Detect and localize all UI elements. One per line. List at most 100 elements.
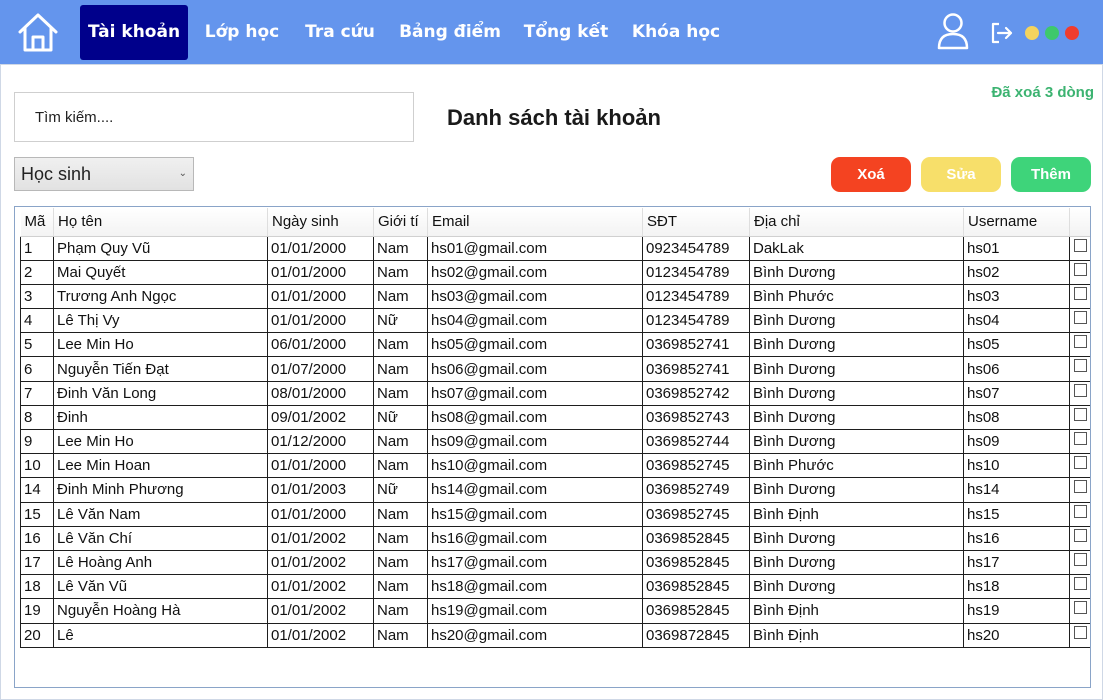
cell-sdt[interactable]: 0369852741	[642, 332, 750, 358]
cell-gioi-tinh[interactable]: Nam	[373, 259, 428, 285]
nav-item-lop-hoc[interactable]: Lớp học	[198, 5, 286, 60]
cell-ho-ten[interactable]: Đinh Minh Phương	[53, 477, 268, 503]
column-header-username[interactable]: Username	[963, 208, 1070, 237]
nav-item-tai-khoan[interactable]: Tài khoản	[80, 5, 188, 60]
cell-gioi-tinh[interactable]: Nữ	[373, 308, 428, 334]
cell-dia-chi[interactable]: Bình Dương	[749, 308, 964, 334]
cell-email[interactable]: hs16@gmail.com	[427, 525, 643, 551]
cell-gioi-tinh[interactable]: Nam	[373, 574, 428, 600]
cell-dia-chi[interactable]: Bình Dương	[749, 404, 964, 431]
cell-ma[interactable]: 6	[20, 356, 54, 382]
close-dot[interactable]	[1065, 26, 1079, 40]
cell-email[interactable]: hs10@gmail.com	[427, 453, 643, 479]
user-icon[interactable]	[936, 12, 970, 50]
cell-ho-ten[interactable]: Lê Văn Vũ	[53, 574, 268, 600]
table-row[interactable]: 4 Lê Thị Vy 01/01/2000 Nữ hs04@gmail.com 0123…	[20, 308, 1090, 334]
cell-dia-chi[interactable]: Bình Phước	[749, 283, 964, 310]
table-row[interactable]: 6 Nguyễn Tiến Đạt 01/07/2000 Nam hs06@gmail.…	[20, 356, 1090, 382]
cell-gioi-tinh[interactable]: Nam	[373, 235, 428, 261]
row-checkbox[interactable]	[1073, 601, 1087, 615]
table-row[interactable]: 2 Mai Quyết 01/01/2000 Nam hs02@gmail.com 012…	[20, 259, 1090, 285]
cell-sdt[interactable]: 0369852845	[642, 525, 750, 551]
cell-ngay-sinh[interactable]: 08/01/2000	[267, 380, 374, 406]
cell-username[interactable]: hs06	[963, 356, 1070, 382]
cell-ma[interactable]: 19	[20, 598, 54, 624]
cell-ma[interactable]: 17	[20, 549, 54, 576]
cell-ho-ten[interactable]: Nguyễn Hoàng Hà	[53, 598, 268, 624]
cell-ngay-sinh[interactable]: 01/01/2002	[267, 525, 374, 551]
cell-ngay-sinh[interactable]: 01/01/2000	[267, 308, 374, 334]
cell-ho-ten[interactable]: Phạm Quy Vũ	[53, 235, 268, 261]
cell-email[interactable]: hs14@gmail.com	[427, 477, 643, 503]
cell-email[interactable]: hs08@gmail.com	[427, 404, 643, 431]
column-header-email[interactable]: Email	[427, 208, 643, 237]
row-checkbox[interactable]	[1073, 335, 1087, 349]
cell-dia-chi[interactable]: Bình Dương	[749, 380, 964, 406]
cell-dia-chi[interactable]: Bình Dương	[749, 549, 964, 576]
cell-ho-ten[interactable]: Lê Văn Chí	[53, 525, 268, 551]
cell-dia-chi[interactable]: Bình Dương	[749, 574, 964, 600]
table-row[interactable]: 10 Lee Min Hoan 01/01/2000 Nam hs10@gmail.co…	[20, 453, 1090, 479]
table-row[interactable]: 15 Lê Văn Nam 01/01/2000 Nam hs15@gmail.com 0…	[20, 501, 1090, 527]
cell-ngay-sinh[interactable]: 01/01/2000	[267, 259, 374, 285]
cell-email[interactable]: hs02@gmail.com	[427, 259, 643, 285]
cell-ngay-sinh[interactable]: 01/01/2000	[267, 453, 374, 479]
cell-ma[interactable]: 10	[20, 453, 54, 479]
table-row[interactable]: 19 Nguyễn Hoàng Hà 01/01/2002 Nam hs19@gmail…	[20, 598, 1090, 624]
row-checkbox[interactable]	[1073, 432, 1087, 445]
row-checkbox[interactable]	[1073, 528, 1087, 542]
cell-ngay-sinh[interactable]: 01/01/2002	[267, 622, 374, 648]
cell-ho-ten[interactable]: Lee Min Hoan	[53, 453, 268, 479]
table-row[interactable]: 18 Lê Văn Vũ 01/01/2002 Nam hs18@gmail.com 03…	[20, 574, 1090, 600]
cell-ma[interactable]: 14	[20, 477, 54, 503]
cell-gioi-tinh[interactable]: Nam	[373, 428, 428, 455]
cell-email[interactable]: hs19@gmail.com	[427, 598, 643, 624]
cell-ngay-sinh[interactable]: 01/01/2000	[267, 235, 374, 261]
cell-ma[interactable]: 3	[20, 283, 54, 310]
cell-sdt[interactable]: 0923454789	[642, 235, 750, 261]
cell-sdt[interactable]: 0123454789	[642, 283, 750, 310]
row-checkbox[interactable]	[1073, 552, 1087, 566]
cell-email[interactable]: hs18@gmail.com	[427, 574, 643, 600]
cell-sdt[interactable]: 0369852745	[642, 453, 750, 479]
cell-ho-ten[interactable]: Lee Min Ho	[53, 332, 268, 358]
cell-email[interactable]: hs09@gmail.com	[427, 428, 643, 455]
cell-username[interactable]: hs02	[963, 259, 1070, 285]
cell-ho-ten[interactable]: Lê Văn Nam	[53, 501, 268, 527]
table-row[interactable]: 1 Phạm Quy Vũ 01/01/2000 Nam hs01@gmail.com 0…	[20, 235, 1090, 261]
cell-email[interactable]: hs06@gmail.com	[427, 356, 643, 382]
cell-ma[interactable]: 16	[20, 525, 54, 551]
cell-ngay-sinh[interactable]: 01/01/2002	[267, 598, 374, 624]
table-row[interactable]: 16 Lê Văn Chí 01/01/2002 Nam hs16@gmail.com 0…	[20, 525, 1090, 551]
cell-gioi-tinh[interactable]: Nam	[373, 453, 428, 479]
table-row[interactable]: 8 Đinh 09/01/2002 Nữ hs08@gmail.com 036985274…	[20, 404, 1090, 431]
cell-dia-chi[interactable]: Bình Dương	[749, 428, 964, 455]
cell-ngay-sinh[interactable]: 01/01/2000	[267, 283, 374, 310]
cell-gioi-tinh[interactable]: Nam	[373, 622, 428, 648]
row-checkbox[interactable]	[1073, 359, 1087, 373]
cell-gioi-tinh[interactable]: Nam	[373, 549, 428, 576]
column-header-ho-ten[interactable]: Họ tên	[53, 208, 268, 237]
cell-sdt[interactable]: 0369872845	[642, 622, 750, 648]
cell-username[interactable]: hs14	[963, 477, 1070, 503]
cell-sdt[interactable]: 0123454789	[642, 308, 750, 334]
cell-sdt[interactable]: 0369852845	[642, 549, 750, 576]
cell-ho-ten[interactable]: Lê Hoàng Anh	[53, 549, 268, 576]
cell-sdt[interactable]: 0369852744	[642, 428, 750, 455]
table-row[interactable]: 5 Lee Min Ho 06/01/2000 Nam hs05@gmail.com 03…	[20, 332, 1090, 358]
cell-email[interactable]: hs17@gmail.com	[427, 549, 643, 576]
cell-ma[interactable]: 2	[20, 259, 54, 285]
cell-ma[interactable]: 7	[20, 380, 54, 406]
cell-ho-ten[interactable]: Lê Thị Vy	[53, 308, 268, 334]
cell-dia-chi[interactable]: Bình Dương	[749, 356, 964, 382]
home-icon[interactable]	[16, 10, 60, 54]
column-header-sdt[interactable]: SĐT	[642, 208, 750, 237]
cell-gioi-tinh[interactable]: Nam	[373, 356, 428, 382]
cell-gioi-tinh[interactable]: Nam	[373, 380, 428, 406]
cell-dia-chi[interactable]: Bình Dương	[749, 477, 964, 503]
cell-dia-chi[interactable]: Bình Dương	[749, 525, 964, 551]
maximize-dot[interactable]	[1045, 26, 1059, 40]
cell-username[interactable]: hs03	[963, 283, 1070, 310]
cell-username[interactable]: hs07	[963, 380, 1070, 406]
cell-ho-ten[interactable]: Mai Quyết	[53, 259, 268, 285]
